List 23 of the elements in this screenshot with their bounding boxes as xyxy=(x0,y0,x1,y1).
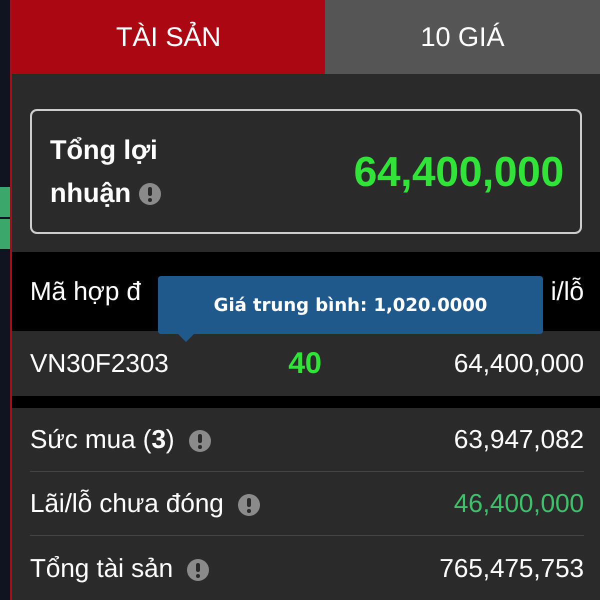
summary-label: Lãi/lỗ chưa đóng xyxy=(30,488,224,518)
row-marker xyxy=(0,187,10,217)
info-icon[interactable] xyxy=(188,430,211,452)
profit-label: Tổng lợi nhuận xyxy=(50,128,190,215)
column-header: i/lỗ xyxy=(550,275,584,308)
summary-value: 46,400,000 xyxy=(454,487,584,520)
row-marker xyxy=(0,219,10,249)
profit-value: 64,400,000 xyxy=(354,147,564,198)
column-header: Mã hợp đ xyxy=(30,275,141,308)
summary-label: Sức mua (3) xyxy=(30,424,175,454)
summary-value: 765,475,753 xyxy=(439,552,584,584)
position-value: 40 xyxy=(287,346,323,382)
tab[interactable]: 10 GIÁ xyxy=(325,0,600,74)
info-icon[interactable] xyxy=(138,183,160,206)
tab[interactable]: TÀI SẢN xyxy=(12,0,325,74)
info-icon[interactable] xyxy=(187,558,210,581)
summary-label: Tổng tài sản xyxy=(30,552,174,582)
profit-loss-value: 64,400,000 xyxy=(452,347,584,380)
contract-code: VN30F2303 xyxy=(30,347,170,380)
summary-value: 63,947,082 xyxy=(454,423,584,456)
info-icon[interactable] xyxy=(238,494,260,516)
tooltip-pointer xyxy=(176,332,196,342)
tooltip: Giá trung bình: 1,020.0000 xyxy=(158,276,543,334)
